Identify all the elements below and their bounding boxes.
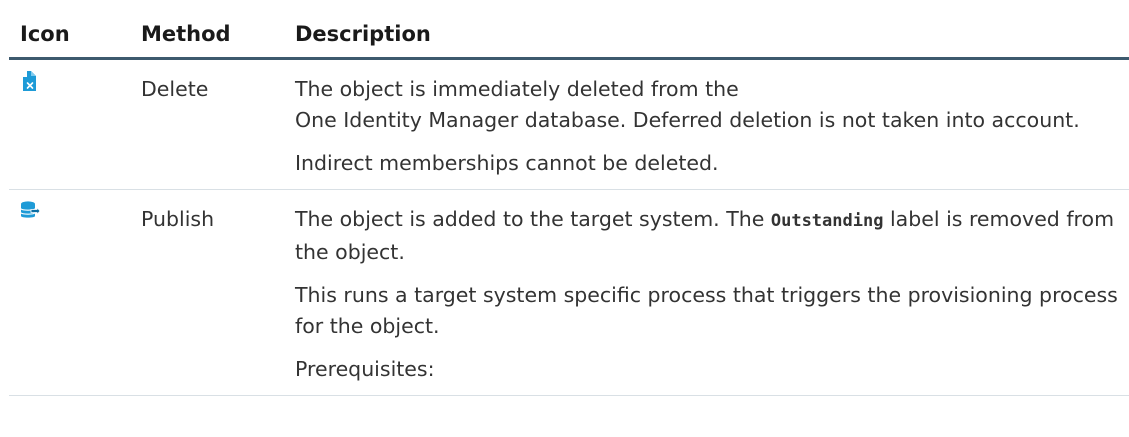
description-paragraph: The object is immediately deleted from t… [295,74,1123,136]
description-text: The object is added to the target system… [295,207,771,231]
method-cell: Delete [130,58,284,190]
description-cell: The object is added to the target system… [284,189,1129,396]
description-paragraph: Indirect memberships cannot be deleted. [295,151,719,175]
icon-cell [9,58,130,190]
description-text-line: One Identity Manager database. Deferred … [295,108,1080,132]
table-header-row: Icon Method Description [9,0,1129,60]
method-cell: Publish [130,189,284,396]
icon-cell [9,189,130,396]
description-text-line: The object is immediately deleted from t… [295,77,739,101]
publish-database-icon [20,200,40,222]
description-paragraph: This runs a target system specific proce… [295,283,1118,338]
page: Icon Method Description Delete The objec… [0,0,1129,437]
icon-column-header: Icon [9,0,130,60]
table-row-delete: Delete The object is immediately deleted… [9,58,1129,190]
outstanding-label-code: Outstanding [770,211,884,231]
delete-document-icon [20,70,40,92]
description-paragraph: The object is added to the target system… [295,204,1123,268]
description-cell: The object is immediately deleted from t… [284,58,1129,190]
method-column-header: Method [130,0,284,60]
methods-table: Icon Method Description Delete The objec… [9,0,1129,396]
prerequisites-heading: Prerequisites: [295,357,435,381]
table-row-publish: Publish The object is added to the targe… [9,189,1129,396]
description-column-header: Description [284,0,1129,60]
